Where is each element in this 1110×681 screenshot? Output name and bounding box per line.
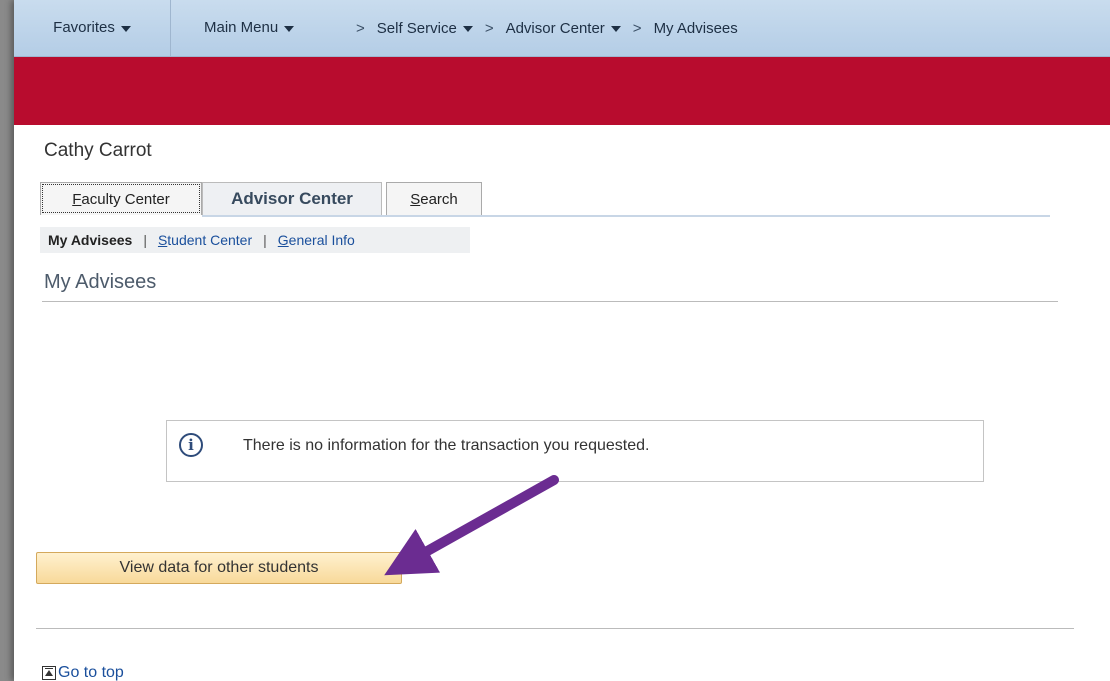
caret-down-icon <box>462 26 473 32</box>
top-nav-bar: Favorites Main Menu > Self Service > Adv… <box>14 0 1110 57</box>
info-message-box: i There is no information for the transa… <box>166 420 984 482</box>
breadcrumb-my-advisees: My Advisees <box>654 20 738 37</box>
tab-advisor-center[interactable]: Advisor Center <box>202 182 382 216</box>
link-label: eneral Info <box>288 232 355 248</box>
info-icon: i <box>179 433 203 457</box>
breadcrumb-label: Advisor Center <box>505 19 605 37</box>
favorites-menu[interactable]: Favorites <box>14 0 171 56</box>
breadcrumb-separator: > <box>356 19 365 37</box>
go-to-top-icon <box>42 666 56 680</box>
breadcrumb: > Self Service > Advisor Center > My Adv… <box>344 0 738 56</box>
tab-accesskey: F <box>72 190 82 208</box>
tab-underline <box>202 215 1050 217</box>
caret-down-icon <box>120 26 131 32</box>
main-menu[interactable]: Main Menu <box>204 0 295 56</box>
sub-navigation: My Advisees | Student Center | General I… <box>40 227 470 253</box>
breadcrumb-label: Self Service <box>376 19 457 37</box>
tab-accesskey: S <box>410 190 421 208</box>
caret-down-icon <box>610 26 621 32</box>
link-accesskey: S <box>157 232 168 248</box>
go-to-top-link[interactable]: Go to top <box>42 664 124 681</box>
subnav-current-my-advisees: My Advisees <box>48 232 133 248</box>
subnav-separator: | <box>143 232 147 248</box>
breadcrumb-separator: > <box>484 19 494 37</box>
favorites-label: Favorites <box>53 19 115 36</box>
link-accesskey: G <box>277 232 289 248</box>
breadcrumb-label: My Advisees <box>653 19 738 37</box>
main-menu-label: Main Menu <box>204 19 279 36</box>
tab-label: earch <box>420 190 458 208</box>
tab-label: aculty Center <box>81 190 170 208</box>
title-divider <box>42 301 1058 302</box>
go-to-top-label: Go to top <box>58 664 124 681</box>
app-page: Favorites Main Menu > Self Service > Adv… <box>14 0 1110 681</box>
view-other-students-button[interactable]: View data for other students <box>36 552 402 584</box>
bottom-divider <box>36 628 1074 629</box>
subnav-link-student-center[interactable]: Student Center <box>158 232 252 248</box>
subnav-link-general-info[interactable]: General Info <box>278 232 355 248</box>
info-message-text: There is no information for the transact… <box>243 437 650 454</box>
tab-search[interactable]: Search <box>386 182 482 215</box>
link-label: tudent Center <box>167 232 253 248</box>
user-name: Cathy Carrot <box>44 140 152 161</box>
brand-banner <box>14 57 1110 125</box>
page-title: My Advisees <box>44 271 157 293</box>
breadcrumb-advisor-center[interactable]: Advisor Center <box>506 20 621 37</box>
tab-label: Advisor Center <box>231 189 353 208</box>
caret-down-icon <box>284 26 295 32</box>
breadcrumb-separator: > <box>632 19 642 37</box>
subnav-separator: | <box>263 232 267 248</box>
breadcrumb-self-service[interactable]: Self Service <box>377 20 473 37</box>
tab-faculty-center[interactable]: Faculty Center <box>40 182 202 215</box>
